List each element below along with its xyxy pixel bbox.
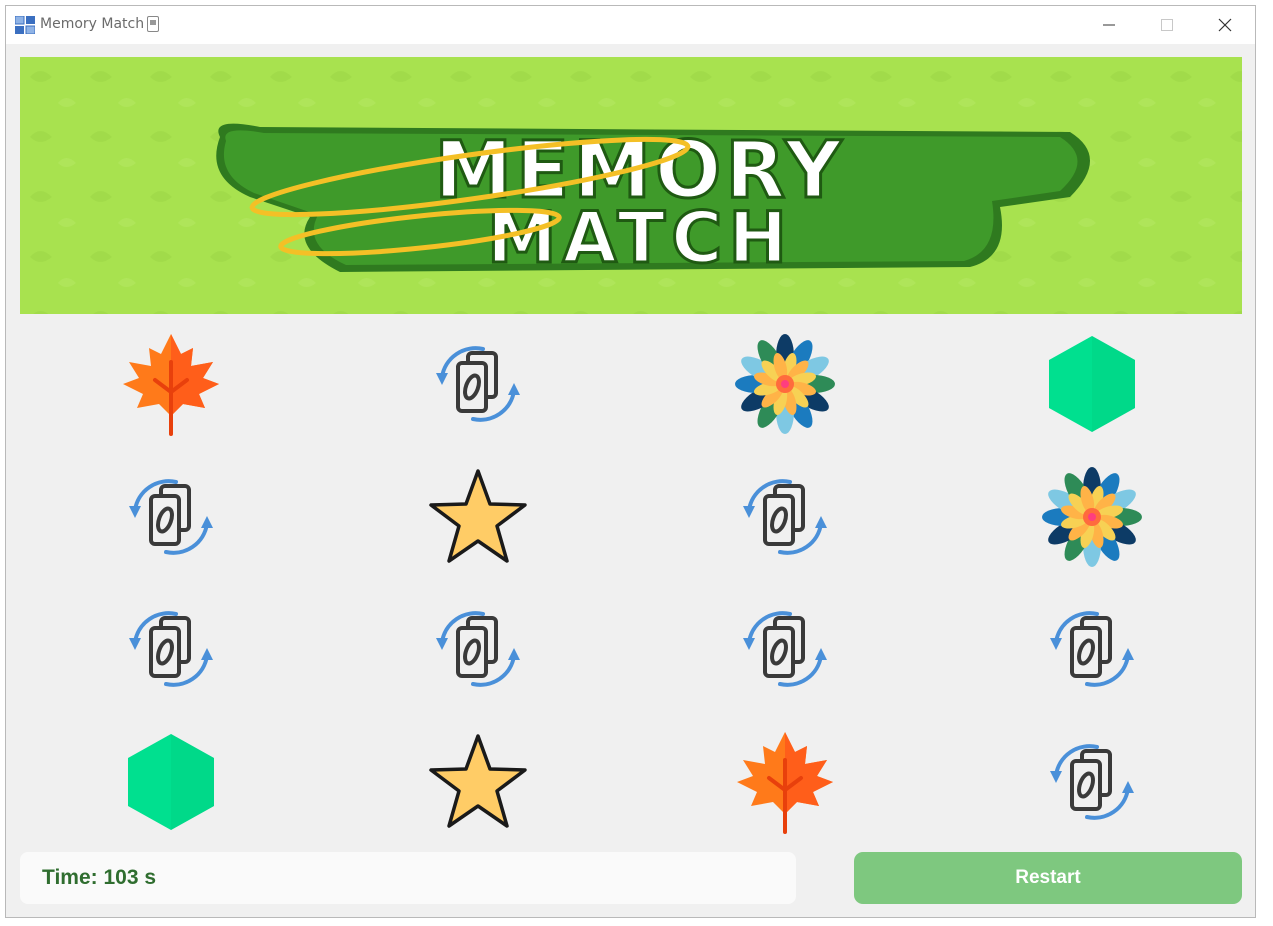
maple-leaf-icon (735, 730, 835, 834)
close-button[interactable] (1196, 6, 1254, 44)
hexagon-icon (1042, 334, 1142, 434)
card-back-icon (121, 472, 221, 562)
maple-leaf-icon (121, 332, 221, 436)
minimize-icon (1103, 24, 1115, 26)
card-back-icon (1042, 737, 1142, 827)
card-back-icon (121, 604, 221, 694)
minimize-button[interactable] (1080, 6, 1138, 44)
flower-icon (735, 334, 835, 434)
maximize-button[interactable] (1138, 6, 1196, 44)
card-back-icon (1042, 604, 1142, 694)
star-icon (426, 732, 530, 832)
card-card-back[interactable] (418, 589, 538, 709)
card-maple-leaf[interactable] (111, 324, 231, 444)
card-card-back[interactable] (725, 589, 845, 709)
card-card-back[interactable] (1032, 589, 1152, 709)
card-hexagon[interactable] (111, 722, 231, 842)
card-hexagon[interactable] (1032, 324, 1152, 444)
card-back-icon (735, 472, 835, 562)
close-icon (1218, 18, 1232, 32)
maximize-icon (1161, 19, 1173, 31)
card-back-icon (735, 604, 835, 694)
memory-match-banner: MEMORY MATCH (20, 57, 1242, 314)
card-back-icon (428, 604, 528, 694)
card-flower[interactable] (725, 324, 845, 444)
restart-button[interactable]: Restart (854, 852, 1242, 904)
card-card-back[interactable] (111, 589, 231, 709)
app-icon (15, 16, 35, 34)
time-panel: Time: 103 s (20, 852, 796, 904)
document-icon (147, 16, 159, 32)
card-card-back[interactable] (418, 324, 538, 444)
time-label: Time: 103 s (42, 866, 157, 889)
card-flower[interactable] (1032, 457, 1152, 577)
app-window: Memory Match MEMORY MATCH Time: 103 s Re… (5, 5, 1256, 918)
title-bar[interactable]: Memory Match (6, 6, 1255, 44)
banner-logo: MEMORY MATCH (20, 57, 1242, 314)
card-card-back[interactable] (111, 457, 231, 577)
card-star[interactable] (418, 722, 538, 842)
card-maple-leaf[interactable] (725, 722, 845, 842)
card-back-icon (428, 339, 528, 429)
card-card-back[interactable] (725, 457, 845, 577)
flower-icon (1042, 467, 1142, 567)
card-star[interactable] (418, 457, 538, 577)
hexagon-icon (121, 732, 221, 832)
star-icon (426, 467, 530, 567)
card-card-back[interactable] (1032, 722, 1152, 842)
window-title: Memory Match (40, 16, 145, 32)
